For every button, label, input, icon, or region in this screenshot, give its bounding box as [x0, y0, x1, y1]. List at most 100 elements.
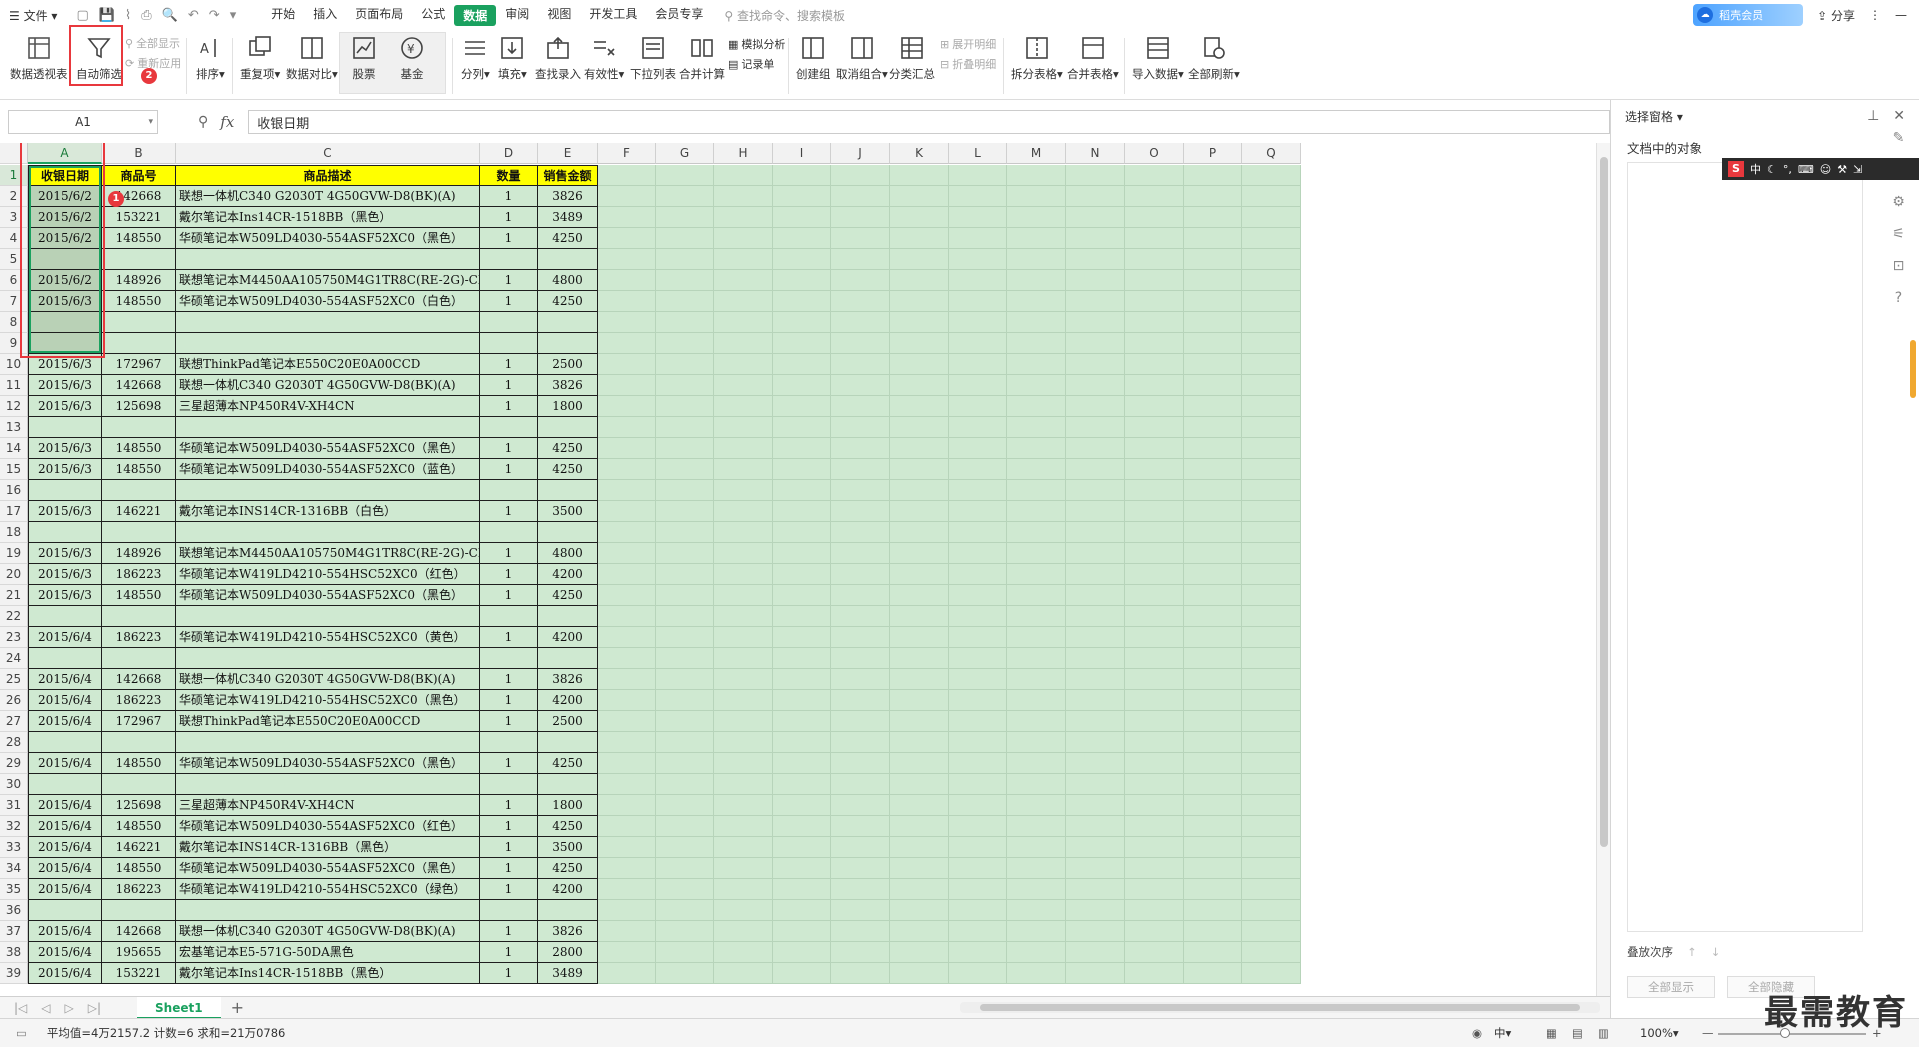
table-cell[interactable] — [102, 333, 176, 354]
table-cell[interactable]: 2015/6/4 — [28, 669, 102, 690]
function-icon[interactable]: fx — [220, 113, 234, 131]
table-cell[interactable]: 联想笔记本M4450AA105750M4G1TR8C(RE-2G)-CN（红） — [176, 270, 480, 291]
table-cell[interactable] — [538, 333, 598, 354]
file-menu[interactable]: ☰ 文件 ▾ — [0, 7, 66, 24]
column-header-N[interactable]: N — [1066, 143, 1125, 164]
table-cell[interactable]: 华硕笔记本W509LD4030-554ASF52XC0（白色） — [176, 291, 480, 312]
new-icon[interactable]: ▢ — [76, 8, 88, 23]
table-cell[interactable]: 2500 — [538, 711, 598, 732]
table-cell[interactable]: 1 — [480, 816, 538, 837]
table-cell[interactable]: 1 — [480, 753, 538, 774]
table-cell[interactable]: 联想一体机C340 G2030T 4G50GVW-D8(BK)(A) — [176, 669, 480, 690]
table-cell[interactable]: 戴尔笔记本INS14CR-1316BB（白色） — [176, 501, 480, 522]
table-cell[interactable]: 3500 — [538, 501, 598, 522]
record-sheet-button[interactable]: ▤ 记录单 — [728, 56, 774, 72]
table-cell[interactable] — [480, 900, 538, 921]
header-cell[interactable]: 商品描述 — [176, 165, 480, 186]
moon-icon[interactable]: ☾ — [1767, 163, 1777, 176]
table-cell[interactable]: 125698 — [102, 396, 176, 417]
row-header-25[interactable]: 25 — [0, 669, 28, 690]
table-cell[interactable]: 125698 — [102, 795, 176, 816]
wrench-icon[interactable]: ⚒ — [1837, 163, 1847, 176]
tab-5[interactable]: 审阅 — [496, 5, 538, 26]
table-cell[interactable]: 146221 — [102, 501, 176, 522]
table-cell[interactable] — [28, 732, 102, 753]
table-cell[interactable]: 2015/6/4 — [28, 879, 102, 900]
table-cell[interactable]: 2015/6/3 — [28, 459, 102, 480]
tab-4[interactable]: 数据 — [454, 4, 497, 26]
table-cell[interactable]: 4250 — [538, 438, 598, 459]
table-cell[interactable] — [538, 249, 598, 270]
table-cell[interactable]: 戴尔笔记本INS14CR-1316BB（黑色） — [176, 837, 480, 858]
row-header-20[interactable]: 20 — [0, 564, 28, 585]
table-cell[interactable]: 4200 — [538, 690, 598, 711]
first-sheet-icon[interactable]: |◁ — [14, 1001, 27, 1015]
table-cell[interactable] — [28, 648, 102, 669]
table-cell[interactable]: 2015/6/3 — [28, 543, 102, 564]
table-cell[interactable] — [28, 606, 102, 627]
create-group-button[interactable]: 创建组 — [796, 34, 831, 82]
style-icon[interactable]: ✎ — [1893, 130, 1905, 146]
table-cell[interactable]: 172967 — [102, 354, 176, 375]
table-cell[interactable] — [176, 480, 480, 501]
table-cell[interactable]: 3489 — [538, 963, 598, 984]
pin-icon[interactable]: ⊥ — [1867, 108, 1879, 124]
punctuation-icon[interactable]: °, — [1783, 163, 1792, 176]
table-cell[interactable]: 2015/6/3 — [28, 438, 102, 459]
table-cell[interactable]: 1 — [480, 690, 538, 711]
table-cell[interactable]: 2015/6/4 — [28, 942, 102, 963]
table-cell[interactable]: 华硕笔记本W509LD4030-554ASF52XC0（黑色） — [176, 585, 480, 606]
tab-0[interactable]: 开始 — [262, 5, 304, 26]
header-cell[interactable]: 销售金额 — [538, 165, 598, 186]
table-cell[interactable] — [28, 900, 102, 921]
row-header-15[interactable]: 15 — [0, 459, 28, 480]
merge-calc-button[interactable]: 合并计算 — [679, 34, 725, 82]
table-cell[interactable]: 148550 — [102, 585, 176, 606]
table-cell[interactable]: 1800 — [538, 396, 598, 417]
table-cell[interactable] — [102, 648, 176, 669]
row-header-14[interactable]: 14 — [0, 438, 28, 459]
table-cell[interactable]: 1 — [480, 438, 538, 459]
table-cell[interactable]: 4800 — [538, 270, 598, 291]
table-cell[interactable]: 195655 — [102, 942, 176, 963]
row-header-16[interactable]: 16 — [0, 480, 28, 501]
table-cell[interactable] — [538, 417, 598, 438]
table-cell[interactable]: 1 — [480, 921, 538, 942]
table-cell[interactable]: 1800 — [538, 795, 598, 816]
table-cell[interactable]: 186223 — [102, 690, 176, 711]
sogou-icon[interactable]: S — [1728, 161, 1744, 177]
table-cell[interactable]: 148550 — [102, 753, 176, 774]
table-cell[interactable] — [480, 606, 538, 627]
table-cell[interactable]: 1 — [480, 396, 538, 417]
table-cell[interactable]: 148550 — [102, 816, 176, 837]
table-cell[interactable]: 1 — [480, 501, 538, 522]
show-all-objects-button[interactable]: 全部显示 — [1627, 976, 1715, 998]
table-cell[interactable]: 142668 — [102, 921, 176, 942]
backup-icon[interactable]: ⊡ — [1893, 258, 1905, 274]
table-cell[interactable]: 1 — [480, 564, 538, 585]
table-cell[interactable]: 2015/6/3 — [28, 396, 102, 417]
table-cell[interactable] — [102, 249, 176, 270]
data-compare-button[interactable]: 数据对比▾ — [286, 34, 338, 82]
table-cell[interactable]: 4250 — [538, 459, 598, 480]
header-cell[interactable]: 数量 — [480, 165, 538, 186]
table-cell[interactable] — [102, 522, 176, 543]
table-cell[interactable]: 4250 — [538, 816, 598, 837]
split-table-button[interactable]: 拆分表格▾ — [1011, 34, 1063, 82]
table-cell[interactable] — [176, 732, 480, 753]
table-cell[interactable]: 联想一体机C340 G2030T 4G50GVW-D8(BK)(A) — [176, 375, 480, 396]
table-cell[interactable]: 2015/6/3 — [28, 375, 102, 396]
column-header-J[interactable]: J — [831, 143, 890, 164]
table-cell[interactable]: 186223 — [102, 564, 176, 585]
table-cell[interactable]: 4250 — [538, 858, 598, 879]
import-data-button[interactable]: 导入数据▾ — [1132, 34, 1184, 82]
sort-button[interactable]: A 排序▾ — [196, 34, 225, 82]
table-cell[interactable]: 142668 — [102, 669, 176, 690]
tab-3[interactable]: 公式 — [412, 5, 454, 26]
eye-protection-icon[interactable]: ◉ — [1472, 1026, 1482, 1040]
table-cell[interactable]: 4250 — [538, 753, 598, 774]
customize-icon[interactable]: ▾ — [230, 8, 237, 23]
minimize-icon[interactable]: — — [1895, 8, 1907, 22]
table-cell[interactable]: 1 — [480, 837, 538, 858]
table-cell[interactable] — [176, 417, 480, 438]
